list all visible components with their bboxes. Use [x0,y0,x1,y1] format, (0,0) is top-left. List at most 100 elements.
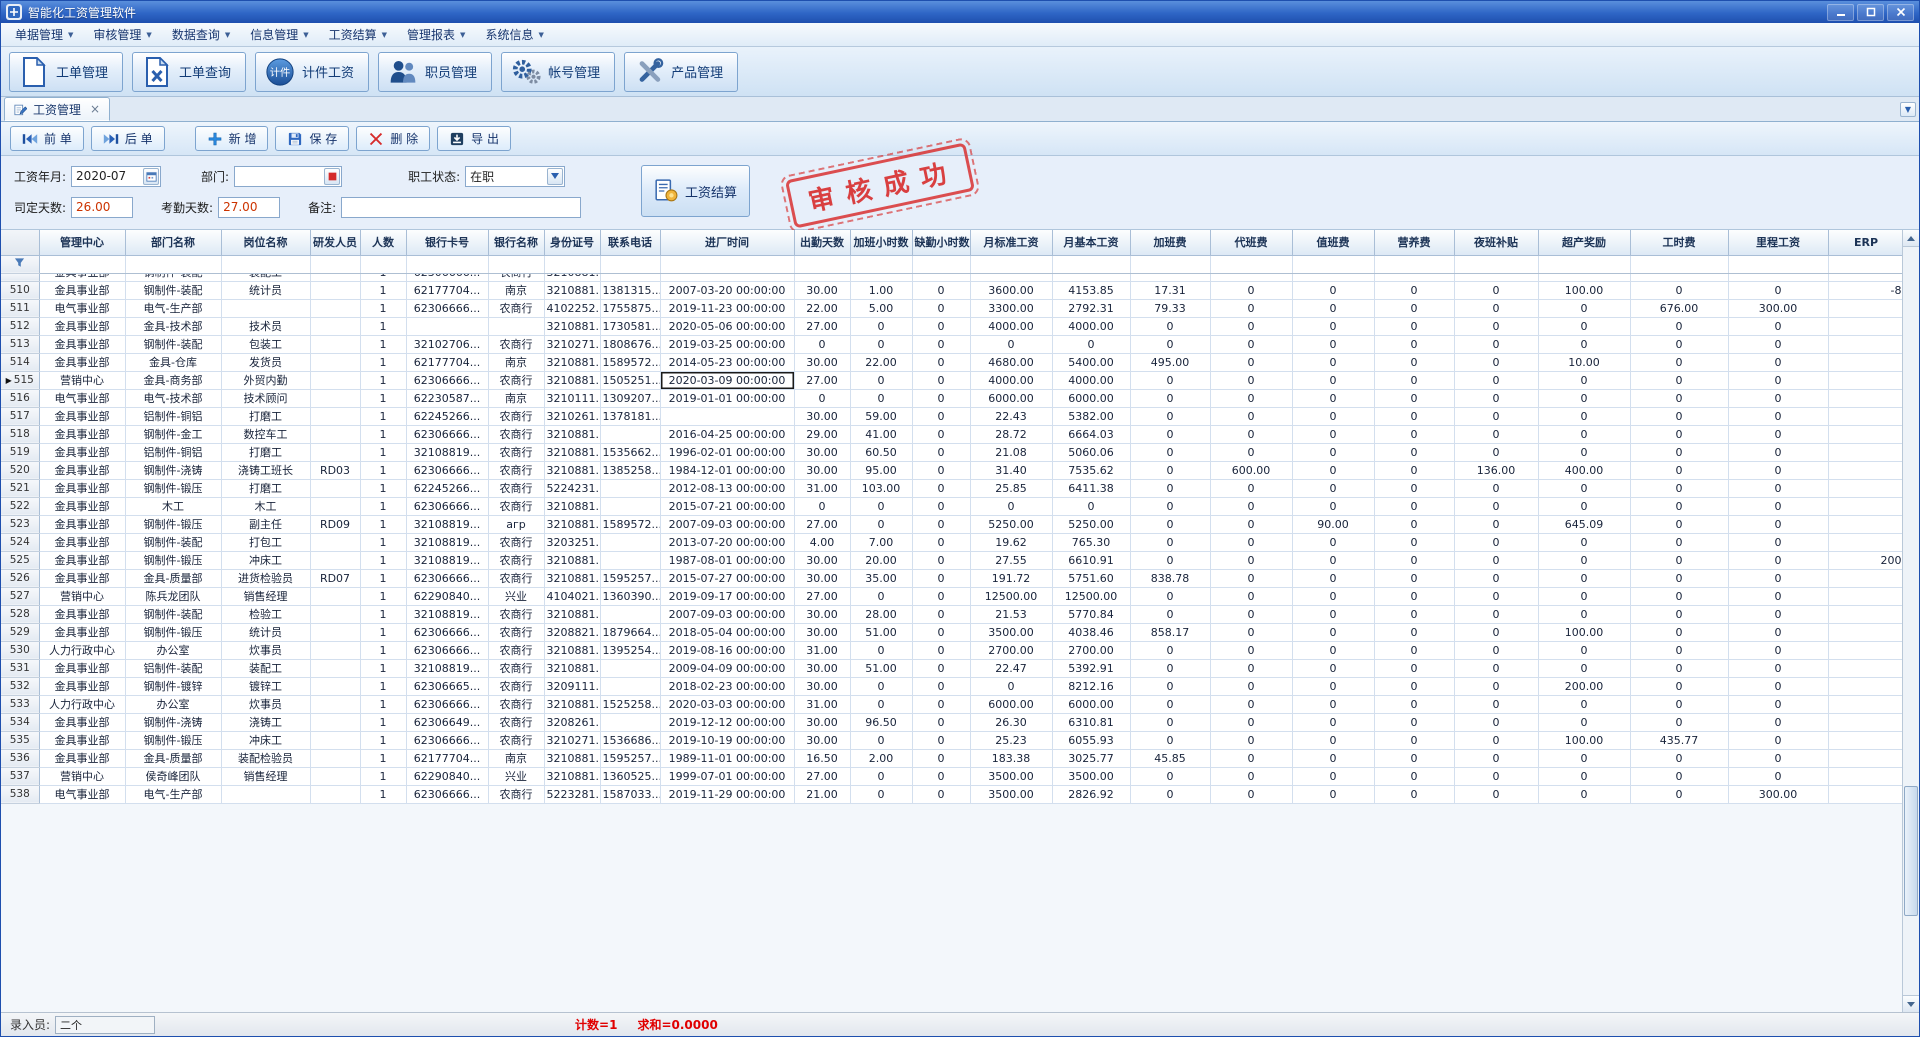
grid-cell[interactable]: 32108819... [406,515,488,533]
grid-cell[interactable]: 0 [1130,371,1210,389]
grid-cell[interactable]: 0 [1454,587,1538,605]
grid-cell[interactable]: 0 [850,641,912,659]
grid-cell[interactable]: 0 [1292,371,1374,389]
grid-cell[interactable]: 钢制件-锻压 [125,551,221,569]
grid-cell[interactable]: 0 [1130,785,1210,803]
grid-cell[interactable]: 1309207... [600,389,660,407]
grid-cell[interactable]: 1 [360,749,406,767]
grid-cell[interactable]: 0 [1728,335,1828,353]
filter-cell[interactable] [1210,255,1292,273]
grid-cell[interactable]: 3203251... [544,533,600,551]
work-order-query-button[interactable]: 工单查询 [132,52,246,92]
grid-cell[interactable]: 2019-09-17 00:00:00 [660,587,794,605]
row-number-cell[interactable]: 520 [1,461,39,479]
grid-cell[interactable] [1828,695,1904,713]
grid-cell[interactable] [310,299,360,317]
grid-cell[interactable]: 1 [360,605,406,623]
grid-cell[interactable]: 0 [1292,533,1374,551]
grid-cell[interactable]: 62306649... [406,713,488,731]
grid-cell[interactable]: 3210881... [544,659,600,677]
grid-cell[interactable]: 南京 [488,749,544,767]
grid-cell[interactable]: 0 [1630,515,1728,533]
grid-cell[interactable]: 0 [1130,461,1210,479]
grid-cell[interactable]: 26.30 [970,713,1052,731]
grid-cell[interactable]: 2018-02-23 00:00:00 [660,677,794,695]
grid-cell[interactable]: 打磨工 [221,407,310,425]
grid-cell[interactable]: 金具事业部 [39,273,125,281]
row-number-cell[interactable]: 537 [1,767,39,785]
grid-cell[interactable]: 农商行 [488,407,544,425]
grid-cell[interactable]: 农商行 [488,479,544,497]
filter-funnel-icon[interactable] [1,255,39,273]
grid-cell[interactable]: 5.00 [850,299,912,317]
grid-cell[interactable]: 0 [850,335,912,353]
row-number-cell[interactable]: 527 [1,587,39,605]
grid-cell[interactable]: 16.50 [794,749,850,767]
grid-cell[interactable]: 0 [1454,353,1538,371]
grid-cell[interactable]: 1 [360,317,406,335]
grid-cell[interactable]: 营销中心 [39,587,125,605]
grid-cell[interactable]: 32108819... [406,659,488,677]
grid-cell[interactable]: 0 [912,677,970,695]
column-header-22[interactable]: 工时费 [1630,230,1728,255]
grid-cell[interactable]: 12500.00 [970,587,1052,605]
grid-cell[interactable]: 0 [1130,389,1210,407]
grid-cell[interactable]: 电气事业部 [39,389,125,407]
grid-cell[interactable]: 电气-生产部 [125,785,221,803]
grid-cell[interactable]: 钢制件-金工 [125,425,221,443]
grid-cell[interactable]: 0 [1210,299,1292,317]
row-number-cell[interactable]: 521 [1,479,39,497]
grid-cell[interactable]: 0 [1210,317,1292,335]
grid-cell[interactable]: 钢制件-装配 [125,335,221,353]
grid-row[interactable]: 512金具事业部金具-技术部技术员13210881...1730581...20… [1,317,1904,335]
grid-cell[interactable]: 钢制件-锻压 [125,623,221,641]
grid-cell[interactable]: 0 [1630,767,1728,785]
grid-cell[interactable]: 0 [1538,695,1630,713]
grid-cell[interactable]: 0 [1728,677,1828,695]
grid-cell[interactable]: 62306666... [406,641,488,659]
row-number-cell[interactable]: 525 [1,551,39,569]
row-number-cell[interactable]: 516 [1,389,39,407]
grid-cell[interactable]: 5751.60 [1052,569,1130,587]
grid-cell[interactable]: 2020-05-06 00:00:00 [660,317,794,335]
grid-cell[interactable]: 31.00 [794,641,850,659]
grid-cell[interactable]: 0 [1630,659,1728,677]
grid-cell[interactable] [310,371,360,389]
tab-salary-management[interactable]: 工资管理 × [4,97,110,121]
grid-cell[interactable]: 0 [1728,659,1828,677]
grid-cell[interactable]: 0 [1728,497,1828,515]
grid-cell[interactable]: 3300.00 [970,299,1052,317]
grid-cell[interactable] [1374,273,1454,281]
grid-cell[interactable]: 41.00 [850,425,912,443]
grid-cell[interactable]: 农商行 [488,731,544,749]
grid-cell[interactable]: 32108819... [406,551,488,569]
grid-cell[interactable]: 3210881... [544,605,600,623]
grid-cell[interactable] [1630,273,1728,281]
grid-cell[interactable]: 0 [850,731,912,749]
grid-cell[interactable] [1828,461,1904,479]
grid-cell[interactable]: 62306666... [406,569,488,587]
grid-cell[interactable]: 2700.00 [970,641,1052,659]
row-number-cell[interactable]: 535 [1,731,39,749]
grid-cell[interactable]: 0 [794,389,850,407]
grid-cell[interactable]: 1385258... [600,461,660,479]
grid-cell[interactable]: 4102252... [544,299,600,317]
grid-cell[interactable]: 0 [1130,659,1210,677]
grid-cell[interactable]: 0 [1374,605,1454,623]
grid-cell[interactable]: 1730581... [600,317,660,335]
grid-cell[interactable]: 0 [1292,713,1374,731]
grid-cell[interactable]: 0 [1292,443,1374,461]
grid-cell[interactable]: 1525258... [600,695,660,713]
grid-cell[interactable]: 农商行 [488,443,544,461]
grid-cell[interactable]: 0 [912,425,970,443]
grid-cell[interactable]: 4104021... [544,587,600,605]
grid-cell[interactable]: 统计员 [221,623,310,641]
grid-cell[interactable]: 0 [1374,623,1454,641]
grid-cell[interactable]: 0 [1728,407,1828,425]
menu-item-6[interactable]: 管理报表▼ [397,23,475,46]
grid-cell[interactable]: 金具事业部 [39,569,125,587]
grid-cell[interactable]: 0 [1630,335,1728,353]
grid-cell[interactable] [660,273,794,281]
grid-cell[interactable]: 31.40 [970,461,1052,479]
grid-cell[interactable]: 1360525... [600,767,660,785]
